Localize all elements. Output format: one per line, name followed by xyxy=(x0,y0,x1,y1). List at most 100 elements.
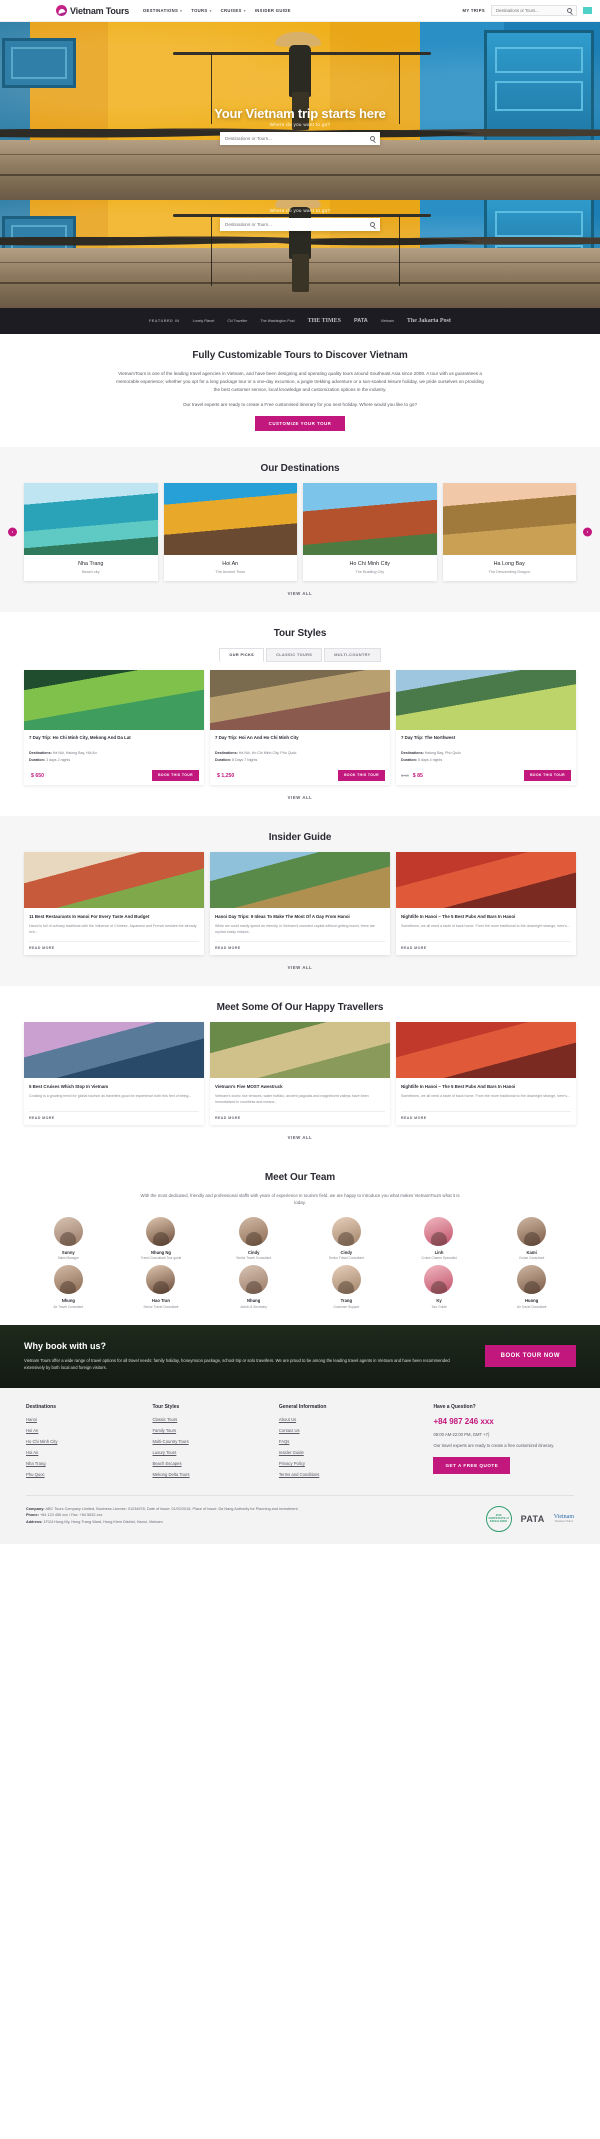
footer-link[interactable]: Privacy Policy xyxy=(279,1461,420,1466)
vietnam-tourism-badge-icon: Vietnam Timeless Charm xyxy=(554,1514,574,1523)
tour-duration: Duration: 8 Days 7 Nights xyxy=(215,758,385,764)
tour-destinations: Destinations: Hà Nội, Ho Chi Minh City, … xyxy=(215,751,385,757)
tour-card[interactable]: 7 Day Trip: Hoi An And Ho Chi Minh City … xyxy=(210,670,390,785)
header-search[interactable] xyxy=(491,5,577,16)
hero2-search-input[interactable] xyxy=(225,222,370,227)
nav-label: CRUISES xyxy=(220,8,242,13)
team-member-name: Ky xyxy=(436,1298,442,1304)
tour-styles-section: Tour Styles OUR PICKS CLASSIC TOURS MULT… xyxy=(0,612,600,816)
destination-card[interactable]: Ha Long Bay The Descending Dragon xyxy=(442,483,576,582)
traveller-article-excerpt: Cruising is a growing trend for global t… xyxy=(29,1093,192,1098)
chevron-down-icon: ▾ xyxy=(180,8,183,13)
destinations-view-all[interactable]: VIEW ALL xyxy=(288,591,313,596)
hero-search-box[interactable] xyxy=(220,132,380,145)
footer-link[interactable]: Multi-Country Tours xyxy=(152,1439,264,1444)
destination-card[interactable]: Ho Chi Minh City The Bustling City xyxy=(303,483,437,582)
tab-our-picks[interactable]: OUR PICKS xyxy=(219,648,265,663)
tour-styles-title: Tour Styles xyxy=(273,628,327,640)
travellers-section: Meet Some Of Our Happy Travellers 5 Best… xyxy=(0,986,600,1156)
site-logo[interactable]: Vietnam Tours xyxy=(56,5,129,16)
carousel-prev-icon[interactable]: ‹ xyxy=(8,527,17,537)
guide-article-card[interactable]: Nightlife In Hanoi – The 5 Best Pubs And… xyxy=(396,851,576,955)
search-icon[interactable] xyxy=(370,136,375,141)
footer-phone-line: Phone: +84 123 456 xxx / Fax: +84 5632-x… xyxy=(26,1512,472,1519)
traveller-article-card[interactable]: 5 Best Cruises Which Stop In Vietnam Cru… xyxy=(24,1021,204,1125)
footer-link[interactable]: Nha Trang xyxy=(26,1461,138,1466)
read-more-link[interactable]: READ MORE xyxy=(401,1110,571,1120)
footer-link[interactable]: Luxury Tours xyxy=(152,1450,264,1455)
read-more-link[interactable]: READ MORE xyxy=(215,1110,385,1120)
guide-article-image xyxy=(24,851,204,908)
header-search-input[interactable] xyxy=(496,8,564,13)
traveller-article-card[interactable]: Vietnam's Five MOST Awestruck Vietnam's … xyxy=(210,1021,390,1125)
get-free-quote-button[interactable]: GET A FREE QUOTE xyxy=(433,1457,511,1475)
book-tour-button[interactable]: BOOK THIS TOUR xyxy=(338,769,385,781)
book-tour-button[interactable]: BOOK THIS TOUR xyxy=(152,769,199,781)
read-more-link[interactable]: READ MORE xyxy=(29,1110,199,1120)
guide-article-card[interactable]: 11 Best Restaurants In Hanoi For Every T… xyxy=(24,851,204,955)
insider-guide-view-all[interactable]: VIEW ALL xyxy=(288,965,313,970)
tour-styles-view-all[interactable]: VIEW ALL xyxy=(288,795,313,800)
tour-card[interactable]: 7 Day Trip: Ho Chi Minh City, Mekong And… xyxy=(24,670,204,785)
footer-link[interactable]: Terms and Conditions xyxy=(279,1472,420,1477)
travellers-view-all[interactable]: VIEW ALL xyxy=(288,1135,313,1140)
carousel-next-icon[interactable]: › xyxy=(583,527,592,537)
tour-duration: Duration: 3 days 2 nights xyxy=(29,758,199,764)
traveller-article-card[interactable]: Nightlife In Hanoi – The 5 Best Pubs And… xyxy=(396,1021,576,1125)
guide-article-card[interactable]: Hanoi Day Trips: 9 Ideas To Make The Mos… xyxy=(210,851,390,955)
footer-link[interactable]: Mekong Delta Tours xyxy=(152,1472,264,1477)
footer-link[interactable]: Beach Escapes xyxy=(152,1461,264,1466)
footer-link[interactable]: Hoi An xyxy=(26,1428,138,1433)
team-title: Meet Our Team xyxy=(264,1171,336,1183)
nav-label: INSIDER GUIDE xyxy=(254,8,291,13)
search-icon[interactable] xyxy=(370,222,375,227)
book-tour-button[interactable]: BOOK THIS TOUR xyxy=(524,769,571,781)
footer-link[interactable]: Hoi An xyxy=(26,1450,138,1455)
footer-column-tour-styles: Tour Styles Classic Tours Family Tours M… xyxy=(152,1404,264,1483)
tab-classic-tours[interactable]: CLASSIC TOURS xyxy=(266,648,323,663)
footer-link[interactable]: Hanoi xyxy=(26,1417,138,1422)
nav-item-insider-guide[interactable]: INSIDER GUIDE xyxy=(255,8,291,13)
footer-link[interactable]: Insider Guide xyxy=(279,1450,420,1455)
team-member-role: Air Travel Consultant xyxy=(53,1304,84,1309)
hero2-search-box[interactable] xyxy=(220,218,380,231)
read-more-link[interactable]: READ MORE xyxy=(401,940,571,950)
footer-link[interactable]: Ho Chi Minh City xyxy=(26,1439,138,1444)
destination-card[interactable]: Nha Trang Beach city xyxy=(24,483,158,582)
book-tour-now-button[interactable]: BOOK TOUR NOW xyxy=(484,1345,576,1368)
footer-company-line: Company: ABC Tours Company Limited, Busi… xyxy=(26,1506,472,1513)
footer-link[interactable]: Family Tours xyxy=(152,1428,264,1433)
footer-link[interactable]: About Us xyxy=(279,1417,420,1422)
search-icon[interactable] xyxy=(567,8,572,13)
avatar xyxy=(517,1216,547,1246)
nav-item-tours[interactable]: TOURS ▾ xyxy=(191,8,211,13)
footer-phone-number[interactable]: +84 987 246 xxx xyxy=(433,1417,574,1426)
read-more-link[interactable]: READ MORE xyxy=(29,940,199,950)
team-member-role: Sales Manager xyxy=(57,1256,80,1261)
language-flag-button[interactable] xyxy=(583,7,592,14)
destination-card[interactable]: Hoi An The Ancient Town xyxy=(163,483,297,582)
avatar xyxy=(146,1265,176,1295)
team-member-name: Nhung Ng xyxy=(150,1249,171,1255)
nav-item-destinations[interactable]: DESTINATIONS ▾ xyxy=(143,8,182,13)
footer-link[interactable]: Contact Us xyxy=(279,1428,420,1433)
footer-link[interactable]: Classic Tours xyxy=(152,1417,264,1422)
my-trips-link[interactable]: MY TRIPS xyxy=(462,8,485,13)
destination-image xyxy=(163,483,297,556)
nav-item-cruises[interactable]: CRUISES ▾ xyxy=(221,8,246,13)
customize-tour-button[interactable]: CUSTOMIZE YOUR TOUR xyxy=(254,416,346,432)
hero-search-input[interactable] xyxy=(225,136,370,141)
team-member-role: Senior Travel Consultant xyxy=(328,1256,364,1261)
tour-image xyxy=(210,670,390,731)
footer-link[interactable]: Phu Quoc xyxy=(26,1472,138,1477)
footer-column-destinations: Destinations Hanoi Hoi An Ho Chi Minh Ci… xyxy=(26,1404,138,1483)
destination-tagline: The Ancient Town xyxy=(215,570,246,575)
team-member-role: Tour Guide xyxy=(431,1304,447,1309)
badge-line3: EXCELLENCE xyxy=(489,1520,508,1524)
footer-link[interactable]: FAQs xyxy=(279,1439,420,1444)
tour-price: $ 1,250 xyxy=(217,772,235,779)
tab-multi-country[interactable]: MULTI-COUNTRY xyxy=(324,648,381,663)
destination-image xyxy=(303,483,437,556)
read-more-link[interactable]: READ MORE xyxy=(215,940,385,950)
tour-card[interactable]: 7 Day Trip: The Northwest Destinations: … xyxy=(396,670,576,785)
